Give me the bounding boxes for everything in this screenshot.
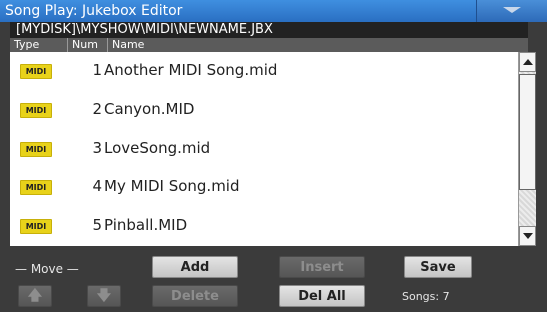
- song-number: 2: [92, 99, 102, 118]
- del-all-button[interactable]: Del All: [279, 285, 365, 307]
- song-name: Pinball.MID: [104, 216, 188, 235]
- list-item[interactable]: MIDI 1 Another MIDI Song.mid: [10, 52, 518, 91]
- arrow-down-icon: [523, 233, 533, 239]
- down-arrow-icon: 🡇: [96, 288, 112, 304]
- column-headers: Type Num Name: [10, 38, 528, 52]
- column-header-name: Name: [112, 38, 145, 51]
- song-number: 1: [92, 61, 102, 79]
- file-path: [MYDISK]\MYSHOW\MIDI\NEWNAME.JBX: [10, 22, 528, 38]
- column-header-type: Type: [10, 38, 68, 52]
- chevron-down-icon: [503, 7, 521, 13]
- scrollbar-thumb[interactable]: [519, 74, 536, 190]
- song-number: 5: [92, 216, 102, 235]
- midi-type-badge: MIDI: [20, 102, 52, 118]
- song-name: My MIDI Song.mid: [104, 177, 240, 196]
- song-number: 4: [92, 177, 102, 196]
- song-list[interactable]: MIDI 1 Another MIDI Song.mid MIDI 2 Cany…: [10, 52, 518, 246]
- midi-type-badge: MIDI: [20, 141, 52, 157]
- add-button[interactable]: Add: [152, 256, 238, 278]
- column-header-num: Num: [68, 38, 108, 52]
- save-button[interactable]: Save: [404, 256, 472, 278]
- list-scrollbar[interactable]: [518, 52, 536, 246]
- up-arrow-icon: 🡅: [27, 288, 43, 304]
- song-name: LoveSong.mid: [104, 138, 211, 157]
- song-name: Another MIDI Song.mid: [104, 61, 278, 79]
- scroll-down-button[interactable]: [519, 226, 536, 246]
- scroll-up-button[interactable]: [519, 52, 536, 72]
- page-title: Song Play: Jukebox Editor: [5, 3, 183, 19]
- midi-type-badge: MIDI: [20, 64, 52, 79]
- insert-button[interactable]: Insert: [279, 256, 365, 278]
- midi-type-badge: MIDI: [20, 180, 52, 196]
- move-down-button[interactable]: 🡇: [87, 285, 121, 307]
- song-name: Canyon.MID: [104, 99, 195, 118]
- arrow-up-icon: [523, 59, 533, 65]
- list-item[interactable]: MIDI 2 Canyon.MID: [10, 91, 518, 130]
- title-bar: Song Play: Jukebox Editor: [0, 0, 547, 22]
- delete-button[interactable]: Delete: [152, 285, 238, 307]
- list-item[interactable]: MIDI 5 Pinball.MID: [10, 207, 518, 246]
- list-item[interactable]: MIDI 4 My MIDI Song.mid: [10, 168, 518, 207]
- songs-count: Songs: 7: [402, 290, 450, 303]
- move-up-button[interactable]: 🡅: [18, 285, 52, 307]
- page-menu-button[interactable]: [476, 0, 547, 22]
- midi-type-badge: MIDI: [20, 219, 52, 235]
- song-number: 3: [92, 138, 102, 157]
- move-label: — Move —: [15, 262, 79, 276]
- list-item[interactable]: MIDI 3 LoveSong.mid: [10, 130, 518, 169]
